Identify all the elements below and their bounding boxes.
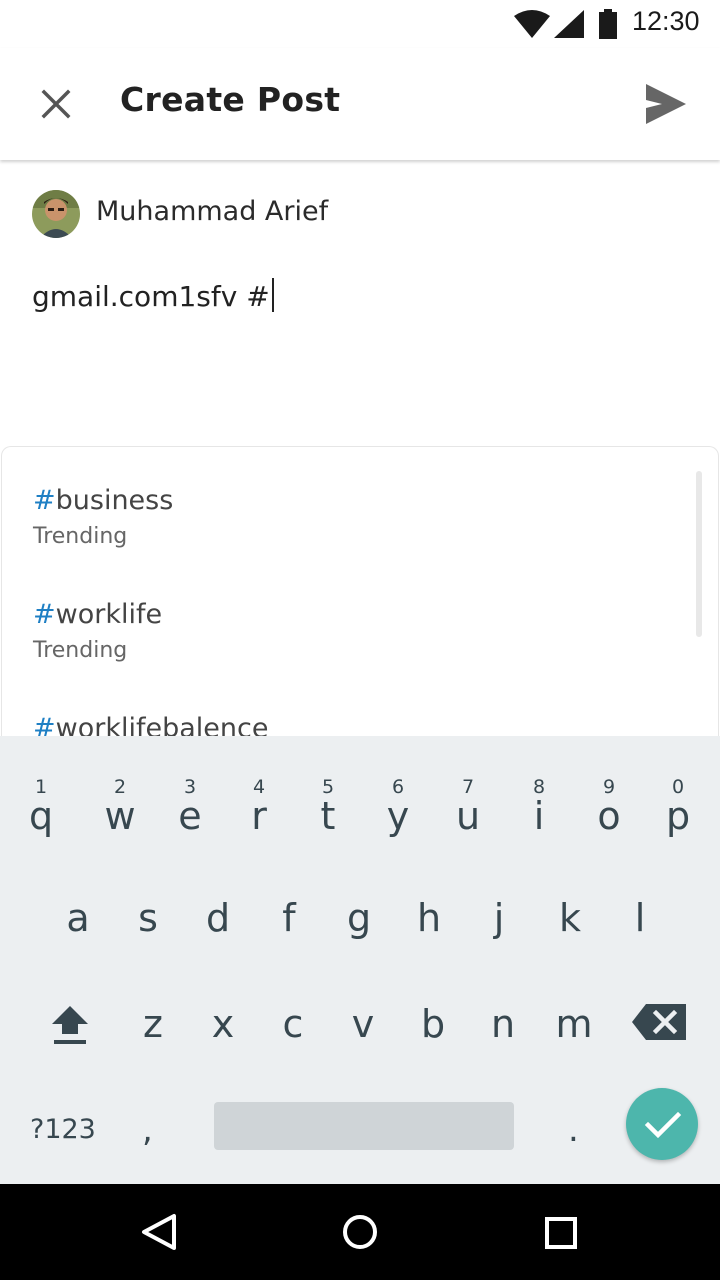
suggestion-item-business[interactable]: #business Trending bbox=[33, 485, 173, 549]
key-s[interactable]: s bbox=[118, 896, 178, 966]
shift-icon[interactable] bbox=[48, 1002, 92, 1046]
avatar bbox=[32, 190, 80, 238]
text-cursor bbox=[271, 278, 274, 312]
symbols-key[interactable]: ?123 bbox=[30, 1114, 96, 1145]
key-c[interactable]: c bbox=[263, 1002, 323, 1072]
key-m[interactable]: m bbox=[544, 1002, 604, 1072]
key-q[interactable]: 1q bbox=[11, 736, 71, 838]
suggestion-item-worklife[interactable]: #worklife Trending bbox=[33, 599, 162, 663]
key-v[interactable]: v bbox=[333, 1002, 393, 1072]
key-e[interactable]: 3e bbox=[160, 736, 220, 838]
soft-keyboard: 1q 2w 3e 4r 5t 6y 7u 8i 9o 0p a s d f g … bbox=[0, 736, 720, 1184]
key-g[interactable]: g bbox=[329, 896, 389, 966]
key-n[interactable]: n bbox=[473, 1002, 533, 1072]
app-bar: Create Post bbox=[0, 48, 720, 160]
key-j[interactable]: j bbox=[469, 896, 529, 966]
home-icon[interactable] bbox=[340, 1212, 380, 1252]
key-r[interactable]: 4r bbox=[229, 736, 289, 838]
key-t[interactable]: 5t bbox=[298, 736, 358, 838]
suggestion-tag: #worklife bbox=[33, 599, 163, 630]
suggestion-subtitle: Trending bbox=[33, 524, 128, 549]
key-a[interactable]: a bbox=[48, 896, 108, 966]
close-icon[interactable] bbox=[28, 76, 84, 132]
post-text-value: gmail.com1sfv # bbox=[32, 280, 270, 313]
key-u[interactable]: 7u bbox=[438, 736, 498, 838]
check-icon bbox=[644, 1111, 682, 1139]
key-p[interactable]: 0p bbox=[648, 736, 708, 838]
key-d[interactable]: d bbox=[188, 896, 248, 966]
page-title: Create Post bbox=[120, 80, 341, 119]
key-o[interactable]: 9o bbox=[579, 736, 639, 838]
wifi-icon bbox=[514, 10, 550, 38]
key-b[interactable]: b bbox=[403, 1002, 463, 1072]
enter-key[interactable] bbox=[626, 1088, 698, 1160]
key-l[interactable]: l bbox=[610, 896, 670, 966]
suggestion-tag: #business bbox=[33, 485, 174, 516]
recents-icon[interactable] bbox=[540, 1212, 580, 1252]
battery-icon bbox=[599, 9, 617, 39]
status-time: 12:30 bbox=[632, 6, 700, 36]
key-w[interactable]: 2w bbox=[90, 736, 150, 838]
key-h[interactable]: h bbox=[399, 896, 459, 966]
comma-key[interactable]: , bbox=[142, 1110, 153, 1150]
send-icon[interactable] bbox=[632, 76, 692, 132]
cellular-signal-icon bbox=[554, 10, 584, 38]
post-text-input[interactable]: gmail.com1sfv # bbox=[32, 278, 274, 318]
key-k[interactable]: k bbox=[540, 896, 600, 966]
key-z[interactable]: z bbox=[123, 1002, 183, 1072]
back-icon[interactable] bbox=[140, 1212, 180, 1252]
suggestions-scrollbar[interactable] bbox=[696, 471, 702, 637]
key-y[interactable]: 6y bbox=[368, 736, 428, 838]
hashtag-suggestions: #business Trending #worklife Trending #w… bbox=[1, 446, 719, 747]
system-nav-bar bbox=[0, 1184, 720, 1280]
status-bar: 12:30 bbox=[0, 0, 720, 48]
key-i[interactable]: 8i bbox=[509, 736, 569, 838]
create-post-screen: 12:30 Create Post Muhammad Arief gmail.c… bbox=[0, 0, 720, 1280]
suggestion-subtitle: Trending bbox=[33, 638, 128, 663]
key-f[interactable]: f bbox=[259, 896, 319, 966]
key-x[interactable]: x bbox=[193, 1002, 253, 1072]
author-name: Muhammad Arief bbox=[96, 196, 329, 227]
backspace-icon[interactable] bbox=[632, 1002, 688, 1042]
period-key[interactable]: . bbox=[568, 1110, 579, 1150]
space-bar[interactable] bbox=[214, 1102, 514, 1150]
